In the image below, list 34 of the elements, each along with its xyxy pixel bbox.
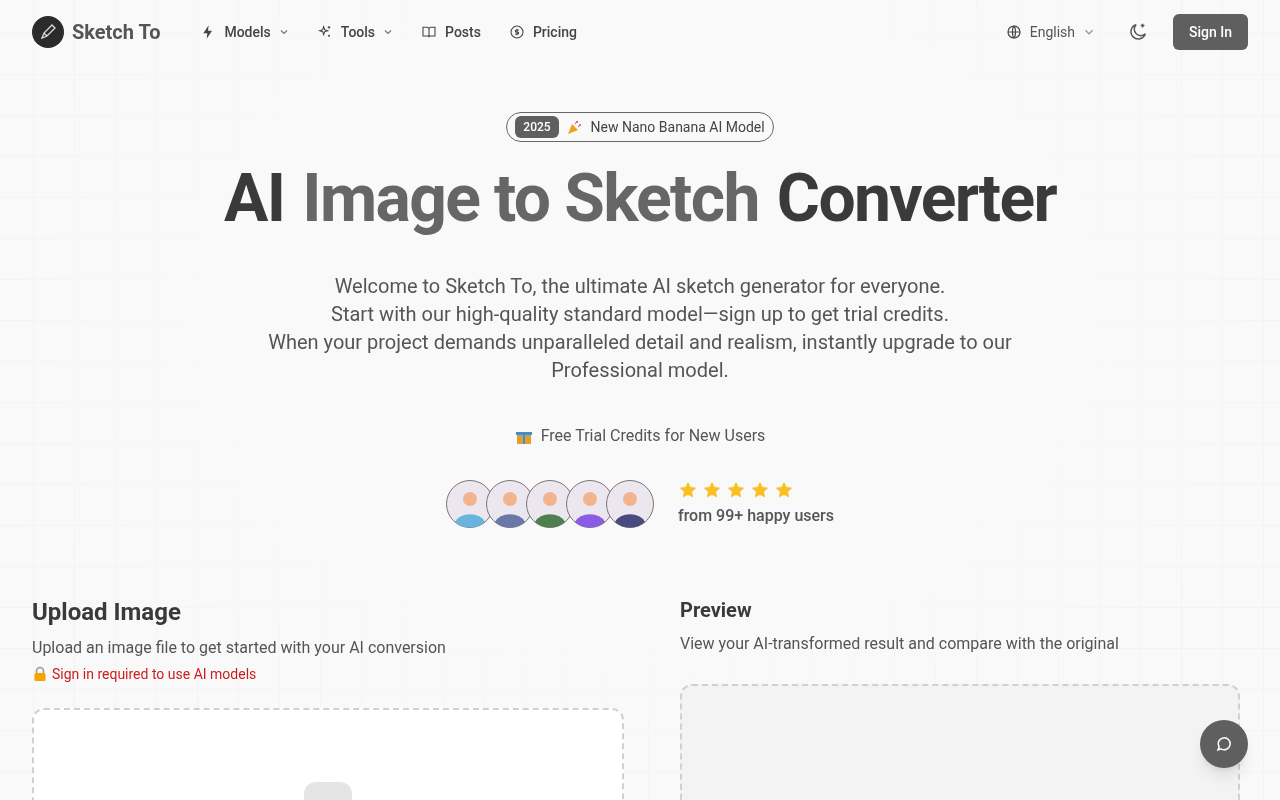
- users-count-text: from 99+ happy users: [678, 505, 834, 527]
- sparkles-icon: [316, 24, 333, 40]
- nav-link[interactable]: Pricing: [508, 22, 577, 42]
- pencil-logo-icon[interactable]: [32, 16, 64, 48]
- year-tag: 2025: [515, 116, 559, 138]
- sign-in-button[interactable]: Sign In: [1173, 14, 1248, 50]
- lock-icon: [32, 666, 48, 682]
- party-popper-icon: [566, 119, 583, 135]
- star-icon: [750, 480, 770, 500]
- star-icon: [702, 480, 722, 500]
- headline-text: AI: [224, 166, 285, 232]
- headline-text: Converter: [776, 166, 1056, 232]
- upload-title: Upload Image: [32, 597, 182, 628]
- nav-link[interactable]: Posts: [421, 22, 481, 42]
- language-selector[interactable]: English: [997, 18, 1103, 46]
- trial-note: Free Trial Credits for New Users: [540, 425, 766, 447]
- preview-subtitle: View your AI-transformed result and compare with the original: [680, 633, 1120, 655]
- star-icon: [774, 480, 794, 500]
- nav-link[interactable]: Tools: [316, 22, 394, 42]
- sign-in-warning: Sign in required to use AI models: [52, 665, 257, 684]
- dark-mode-icon[interactable]: [1127, 21, 1149, 43]
- dollar-icon: [508, 24, 525, 40]
- star-icon: [678, 480, 698, 500]
- brand-name[interactable]: Sketch To: [72, 18, 161, 46]
- nav-link[interactable]: Models: [200, 22, 289, 42]
- user-avatar: [606, 480, 654, 528]
- upload-subtitle: Upload an image file to get started with your AI conversion: [32, 637, 447, 659]
- preview-title: Preview: [680, 597, 753, 624]
- hero-description: Welcome to Sketch To, the ultimate AI sketch generator for everyone. Start with our high-quality standard model—sign up to get trial credits. When your project demands unparalleled detail and realism, instantly upgrade to our Professional model.: [267, 273, 1013, 384]
- globe-icon: [1005, 24, 1022, 40]
- star-icon: [726, 480, 746, 500]
- chat-icon: [1215, 735, 1233, 753]
- book-icon: [421, 24, 438, 40]
- badge-text: New Nano Banana AI Model: [590, 118, 765, 137]
